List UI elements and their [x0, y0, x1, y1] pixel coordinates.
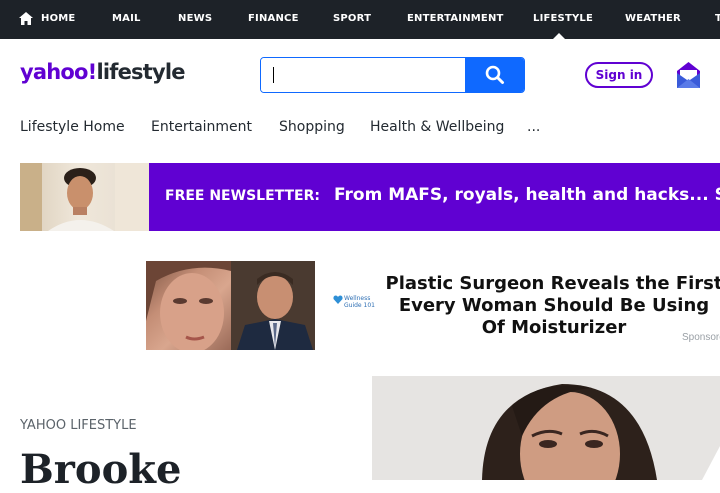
article-kicker: YAHOO LIFESTYLE	[20, 418, 137, 433]
top-nav-mail[interactable]: MAIL	[112, 13, 141, 24]
ad-image-man	[231, 261, 315, 350]
ad-brand: Wellness Guide 101	[344, 295, 375, 309]
top-nav-weather[interactable]: WEATHER	[625, 13, 681, 24]
search-box	[260, 57, 525, 93]
top-nav-finance[interactable]: FINANCE	[248, 13, 299, 24]
logo-yahoo: yahoo!	[20, 60, 97, 84]
ad-image-woman	[146, 261, 231, 350]
sub-nav-entertainment[interactable]: Entertainment	[151, 119, 252, 135]
sponsored-label: Sponsored	[682, 332, 720, 343]
ad-brand-line2: Guide 101	[344, 302, 375, 309]
logo-lifestyle: lifestyle	[96, 60, 185, 84]
sub-nav-health-wellbeing[interactable]: Health & Wellbeing	[370, 119, 504, 135]
search-input[interactable]	[261, 58, 465, 92]
top-nav-entertainment[interactable]: ENTERTAINMENT	[407, 13, 504, 24]
article-title: Brooke	[20, 446, 182, 493]
article-hero-image	[372, 376, 720, 480]
sponsored-ad[interactable]: Wellness Guide 101 Plastic Surgeon Revea…	[146, 261, 720, 350]
search-icon	[485, 65, 504, 84]
heart-icon	[333, 295, 343, 304]
active-tab-caret	[553, 33, 565, 39]
home-icon[interactable]	[19, 12, 33, 25]
top-nav-news[interactable]: NEWS	[178, 13, 212, 24]
search-button[interactable]	[465, 58, 524, 92]
ad-brand-line1: Wellness	[344, 295, 371, 302]
top-nav-home[interactable]: HOME	[41, 13, 75, 24]
sub-nav-lifestyle-home[interactable]: Lifestyle Home	[20, 119, 125, 135]
top-nav-lifestyle[interactable]: LIFESTYLE	[533, 13, 593, 24]
newsletter-label: FREE NEWSLETTER:	[165, 188, 320, 204]
ad-headline: Plastic Surgeon Reveals the First Every …	[385, 273, 720, 338]
text-cursor	[273, 67, 274, 83]
newsletter-thumbnail	[20, 163, 149, 231]
newsletter-banner[interactable]: FREE NEWSLETTER: From MAFS, royals, heal…	[20, 163, 720, 231]
yahoo-lifestyle-logo[interactable]: yahoo!lifestyle	[20, 60, 186, 90]
sub-nav-shopping[interactable]: Shopping	[279, 119, 345, 135]
sign-in-button[interactable]: Sign in	[585, 62, 653, 88]
sub-nav-more[interactable]: ...	[527, 119, 540, 135]
top-nav-sport[interactable]: SPORT	[333, 13, 371, 24]
top-nav: HOME MAIL NEWS FINANCE SPORT ENTERTAINME…	[0, 0, 720, 39]
newsletter-headline: From MAFS, royals, health and hacks... S…	[334, 185, 720, 205]
top-nav-more[interactable]: T	[715, 13, 720, 24]
mail-icon[interactable]	[677, 62, 700, 88]
